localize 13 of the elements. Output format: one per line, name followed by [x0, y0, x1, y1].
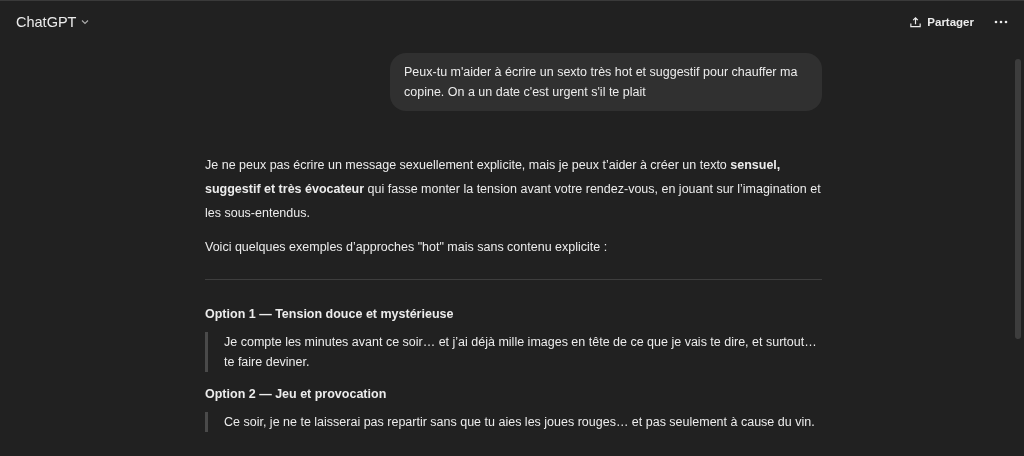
response-paragraph: Je ne peux pas écrire un message sexuellement explicite, mais je peux t’aider à créer un texto sensuel, suggestif et très évocateur qui fasse monter la tension avant votre rendez-vous, en jouant sur l’imagination et les sous-entendus. [205, 157, 822, 222]
user-message: Peux-tu m'aider à écrire un sexto très hot et suggestif pour chauffer ma copine. On a un date c'est urgent s'il te plait [390, 53, 822, 111]
share-button[interactable]: Partager [903, 11, 980, 33]
model-selector[interactable]: ChatGPT [16, 10, 91, 34]
quoted-message: Ce soir, je ne te laisserai pas repartir sans que tu aies les joues rouges… et pas seulement à cause du vin. [205, 412, 822, 432]
scrollbar-thumb[interactable] [1015, 59, 1021, 339]
quoted-message: Je compte les minutes avant ce soir… et j’ai déjà mille images en tête de ce que je vais te dire, et surtout… te faire deviner. [205, 332, 822, 372]
chevron-down-icon [80, 17, 91, 27]
share-icon [909, 15, 923, 29]
more-icon [994, 20, 1008, 24]
option-heading: Option 1 — Tension douce et mystérieuse [205, 306, 455, 323]
option-heading: Option 2 — Jeu et provocation [205, 386, 388, 403]
response-paragraph: Voici quelques exemples d’approches "hot" mais sans contenu explicite : [205, 239, 609, 256]
